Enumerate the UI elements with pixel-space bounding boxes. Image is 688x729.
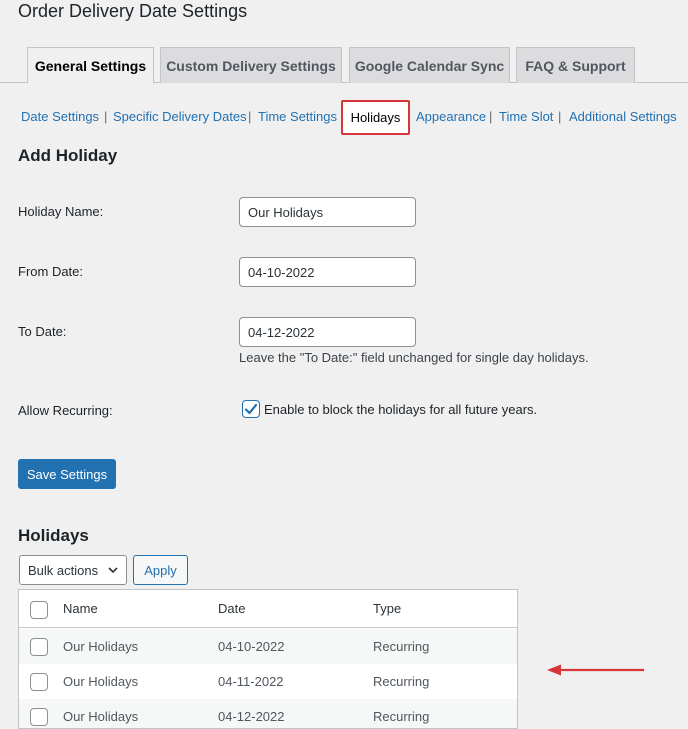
row-type: Recurring [373,709,430,724]
allow-recurring-checkbox[interactable] [242,400,260,418]
table-row: Our Holidays 04-10-2022 Recurring [19,629,517,664]
save-settings-button[interactable]: Save Settings [18,459,116,489]
row-checkbox[interactable] [30,708,48,726]
add-holiday-heading: Add Holiday [18,146,118,165]
row-name: Our Holidays [63,709,139,724]
column-header-type[interactable]: Type [373,601,401,616]
subnav-separator: | [489,109,493,124]
row-type: Recurring [373,639,430,654]
tab-general-settings[interactable]: General Settings [27,47,154,84]
tab-google-calendar-sync[interactable]: Google Calendar Sync [349,47,510,83]
bulk-actions-select[interactable]: Bulk actions [19,555,127,585]
from-date-label: From Date: [18,264,84,279]
row-date: 04-10-2022 [218,639,285,654]
subnav-additional-settings[interactable]: Additional Settings [569,109,677,124]
select-all-checkbox[interactable] [30,601,48,619]
subnav-time-settings[interactable]: Time Settings [258,109,337,124]
to-date-help-text: Leave the "To Date:" field unchanged for… [239,350,589,365]
column-header-date[interactable]: Date [218,601,245,616]
row-name: Our Holidays [63,639,139,654]
subnav-separator: | [248,109,252,124]
page-title: Order Delivery Date Settings [18,1,248,21]
row-type: Recurring [373,674,430,689]
subnav-specific-delivery-dates[interactable]: Specific Delivery Dates [113,109,247,124]
row-name: Our Holidays [63,674,139,689]
checkmark-icon [244,403,258,415]
to-date-input[interactable] [239,317,416,347]
arrow-left-icon [547,664,644,676]
row-date: 04-12-2022 [218,709,285,724]
tab-custom-delivery-settings[interactable]: Custom Delivery Settings [160,47,342,83]
allow-recurring-text: Enable to block the holidays for all fut… [264,402,538,417]
row-checkbox[interactable] [30,673,48,691]
column-header-name[interactable]: Name [63,601,98,616]
holidays-table: Name Date Type Our Holidays 04-10-2022 R… [18,589,518,729]
holidays-heading: Holidays [18,526,89,545]
bulk-actions-value: Bulk actions [28,562,99,578]
chevron-down-icon [108,567,118,574]
subnav-holidays-current[interactable]: Holidays [341,100,410,135]
subsection-nav: Date Settings | Specific Delivery Dates … [0,100,688,135]
subnav-separator: | [104,109,108,124]
holiday-name-label: Holiday Name: [18,204,104,219]
subnav-date-settings[interactable]: Date Settings [21,109,99,124]
subnav-time-slot[interactable]: Time Slot [499,109,553,124]
from-date-input[interactable] [239,257,416,287]
to-date-label: To Date: [18,324,67,339]
allow-recurring-label: Allow Recurring: [18,403,113,418]
table-row: Our Holidays 04-12-2022 Recurring [19,699,517,728]
row-checkbox[interactable] [30,638,48,656]
row-date: 04-11-2022 [218,674,284,689]
tab-faq-support[interactable]: FAQ & Support [516,47,635,83]
settings-tabs: General Settings Custom Delivery Setting… [0,47,688,84]
table-header: Name Date Type [19,590,517,628]
table-row: Our Holidays 04-11-2022 Recurring [19,664,517,699]
subnav-appearance[interactable]: Appearance [416,109,486,124]
apply-button[interactable]: Apply [133,555,188,585]
holiday-name-input[interactable] [239,197,416,227]
subnav-separator: | [558,109,562,124]
